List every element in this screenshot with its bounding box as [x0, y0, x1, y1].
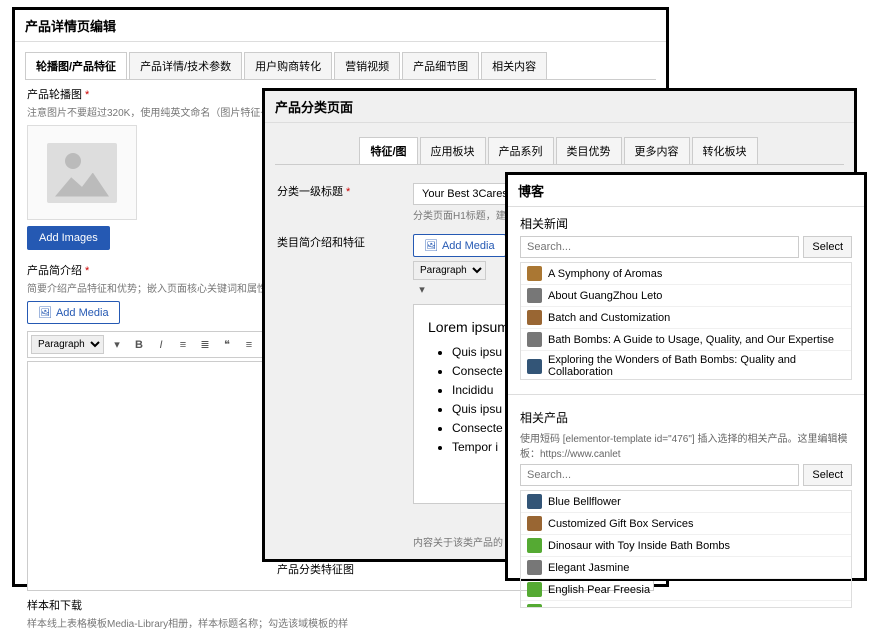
list-item[interactable]: Elegant Jasmine [521, 557, 851, 579]
list-item[interactable]: Blue Bellflower [521, 491, 851, 513]
panel-title: 产品分类页面 [265, 91, 854, 123]
add-media-button[interactable]: 🖼Add Media [27, 301, 120, 324]
quote-button[interactable]: ❝ [218, 336, 236, 354]
panel-title: 产品详情页编辑 [15, 10, 666, 42]
list-item[interactable]: English Pear Freesia [521, 601, 851, 608]
bullet-list-button[interactable]: ≡ [174, 336, 192, 354]
tab-carousel[interactable]: 轮播图/产品特征 [25, 52, 127, 79]
thumb-icon [527, 538, 542, 553]
tabs-panel2: 特征/图 应用板块 产品系列 类目优势 更多内容 转化板块 [275, 137, 844, 165]
list-item[interactable]: About GuangZhou Leto [521, 285, 851, 307]
prod-label: 相关产品 [520, 409, 852, 426]
tab-related[interactable]: 相关内容 [481, 52, 547, 79]
tabs-panel1: 轮播图/产品特征 产品详情/技术参数 用户购商转化 营销视频 产品细节图 相关内… [25, 52, 656, 80]
list-item[interactable]: Batch and Customization [521, 307, 851, 329]
select-button[interactable]: Select [803, 464, 852, 486]
list-item[interactable]: Exploring the Wonders of Bath Bombs: Qua… [521, 351, 851, 380]
image-icon [47, 143, 117, 203]
thumb-icon [527, 288, 542, 303]
thumb-icon [527, 332, 542, 347]
tab-more[interactable]: 更多内容 [624, 137, 690, 164]
product-list: Blue Bellflower Customized Gift Box Serv… [520, 490, 852, 608]
sample-hint: 样本线上表格模板Media-Library相册，样本标题名称；勾选该域模板的样 [27, 615, 654, 630]
align-left-button[interactable]: ≡ [240, 336, 258, 354]
tab-video[interactable]: 营销视频 [334, 52, 400, 79]
number-list-button[interactable]: ≣ [196, 336, 214, 354]
cat-label: 类目简介绍和特征 [277, 234, 397, 250]
thumb-icon [527, 516, 542, 531]
tab-convert[interactable]: 转化板块 [692, 137, 758, 164]
tab-feature[interactable]: 特征/图 [359, 137, 417, 164]
panel-title: 博客 [508, 175, 864, 207]
list-item[interactable]: Customized Gift Box Services [521, 513, 851, 535]
media-icon: 🖼 [38, 306, 52, 319]
section-news: 相关新闻 Select A Symphony of Aromas About G… [508, 207, 864, 388]
thumb-icon [527, 582, 542, 597]
add-images-button[interactable]: Add Images [27, 226, 110, 250]
paragraph-select[interactable]: Paragraph [413, 261, 486, 280]
list-item[interactable]: Dinosaur with Toy Inside Bath Bombs [521, 535, 851, 557]
dropdown-icon[interactable]: ▾ [413, 280, 431, 298]
list-item[interactable]: Bath Bombs: A Guide to Usage, Quality, a… [521, 329, 851, 351]
dropdown-icon[interactable]: ▾ [108, 336, 126, 354]
list-item[interactable]: A Symphony of Aromas [521, 263, 851, 285]
italic-button[interactable]: I [152, 336, 170, 354]
image-placeholder[interactable] [27, 125, 137, 220]
thumb-icon [527, 604, 542, 608]
news-list: A Symphony of Aromas About GuangZhou Let… [520, 262, 852, 380]
search-input[interactable] [520, 464, 799, 486]
media-icon: 🖼 [424, 239, 438, 252]
tab-conversion[interactable]: 用户购商转化 [244, 52, 332, 79]
thumb-icon [527, 359, 542, 374]
paragraph-select[interactable]: Paragraph [31, 335, 104, 354]
h1-label: 分类一级标题 [277, 183, 397, 199]
search-input[interactable] [520, 236, 799, 258]
tab-app[interactable]: 应用板块 [420, 137, 486, 164]
list-item[interactable]: English Pear Freesia [521, 579, 851, 601]
thumb-icon [527, 560, 542, 575]
news-label: 相关新闻 [520, 215, 852, 232]
add-media-button[interactable]: 🖼Add Media [413, 234, 506, 257]
prod-hint: 使用短码 [elementor-template id="476"] 插入选择的… [520, 430, 852, 460]
section-products: 相关产品 使用短码 [elementor-template id="476"] … [508, 401, 864, 616]
tab-advantage[interactable]: 类目优势 [556, 137, 622, 164]
panel-blog: 博客 相关新闻 Select A Symphony of Aromas Abou… [505, 172, 867, 581]
divider [508, 394, 864, 395]
thumb-icon [527, 310, 542, 325]
tab-series[interactable]: 产品系列 [488, 137, 554, 164]
bold-button[interactable]: B [130, 336, 148, 354]
select-button[interactable]: Select [803, 236, 852, 258]
thumb-icon [527, 494, 542, 509]
thumb-icon [527, 266, 542, 281]
tab-details[interactable]: 产品详情/技术参数 [129, 52, 242, 79]
tab-detail-img[interactable]: 产品细节图 [402, 52, 479, 79]
